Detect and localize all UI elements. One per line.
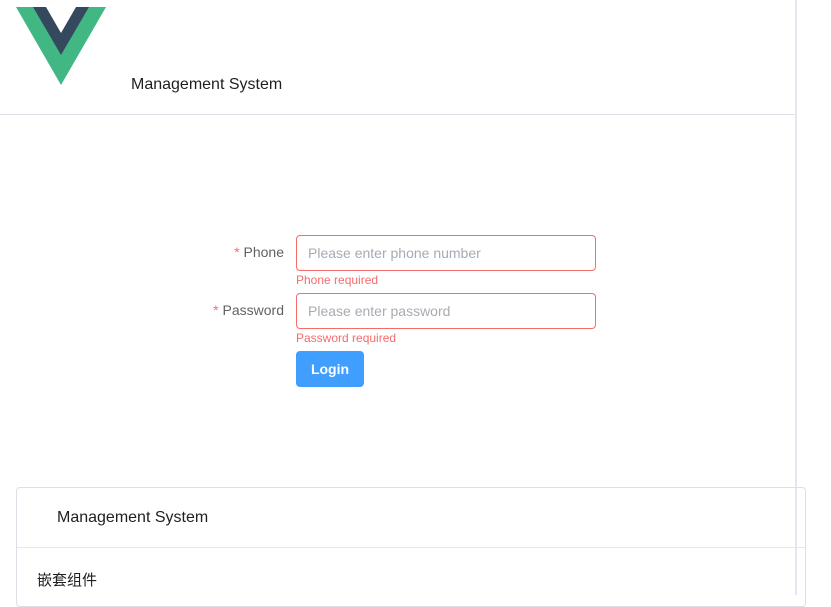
phone-error: Phone required	[296, 273, 379, 287]
app-title: Management System	[131, 76, 283, 93]
login-button[interactable]: Login	[296, 351, 364, 387]
phone-input[interactable]	[296, 235, 596, 271]
required-star: *	[213, 302, 219, 318]
required-star: *	[234, 244, 240, 260]
password-form-item: * Password	[0, 293, 795, 329]
password-input[interactable]	[296, 293, 596, 329]
card-title: Management System	[57, 509, 209, 526]
phone-label-text: Phone	[243, 244, 284, 260]
card-body-text: 嵌套组件	[37, 572, 98, 589]
app-header: Management System	[0, 0, 795, 115]
password-error: Password required	[296, 331, 397, 345]
card-header: Management System	[17, 488, 805, 548]
phone-form-item: * Phone	[0, 235, 795, 271]
phone-label: * Phone	[234, 244, 284, 260]
password-label-text: Password	[222, 302, 284, 318]
nested-card: Management System	[16, 487, 806, 607]
password-label: * Password	[213, 302, 284, 318]
vue-logo-icon	[16, 7, 106, 85]
